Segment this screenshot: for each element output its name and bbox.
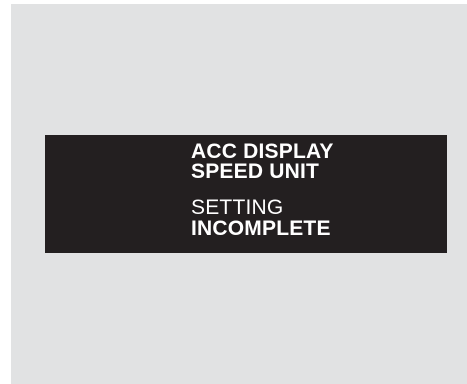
display-status-line-1: SETTING [191, 196, 284, 219]
display-title-line-2: SPEED UNIT [191, 160, 320, 183]
display-status-line-2: INCOMPLETE [191, 217, 331, 240]
